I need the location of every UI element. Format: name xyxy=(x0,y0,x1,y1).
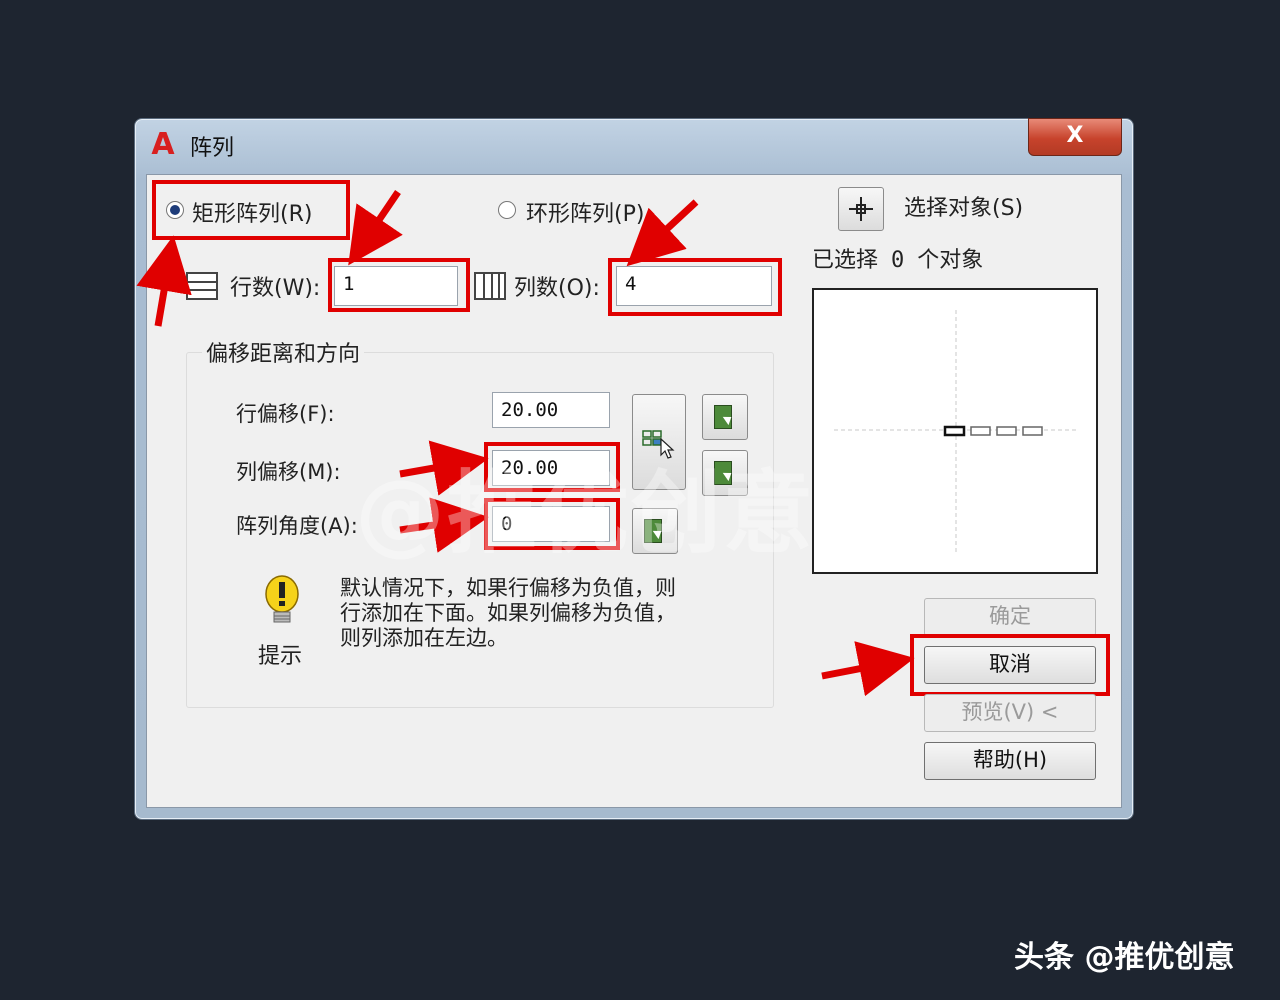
footer-credit: 头条 @推优创意 xyxy=(1014,940,1235,975)
watermark-text: @推优创意 xyxy=(355,461,815,566)
arrow-to-columns xyxy=(626,199,699,267)
arrow-to-cancel xyxy=(821,641,915,697)
arrow-to-rows xyxy=(348,190,403,266)
arrow-to-rect-array xyxy=(136,235,192,327)
